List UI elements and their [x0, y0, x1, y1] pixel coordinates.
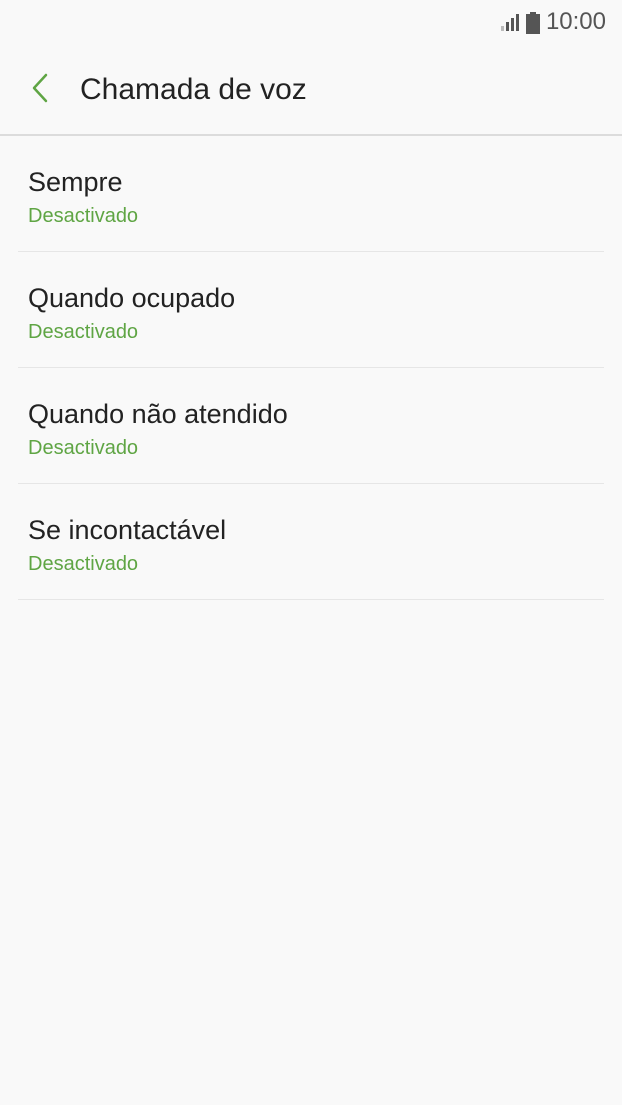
item-title: Se incontactável [28, 515, 227, 545]
item-title: Quando ocupado [28, 283, 236, 313]
item-status: Desactivado [28, 553, 139, 575]
item-status: Desactivado [28, 321, 139, 343]
list-item-se-incontactavel[interactable]: Se incontactável Desactivado [18, 484, 604, 600]
forwarding-options-list: Sempre Desactivado Quando ocupado Desact… [18, 136, 604, 600]
item-title: Quando não atendido [28, 399, 288, 429]
list-item-sempre[interactable]: Sempre Desactivado [18, 136, 604, 252]
status-icons: 10:00 [500, 8, 606, 36]
app-bar: Chamada de voz [0, 44, 622, 136]
list-item-quando-ocupado[interactable]: Quando ocupado Desactivado [18, 252, 604, 368]
page-title: Chamada de voz [80, 73, 307, 106]
chevron-left-icon [30, 72, 50, 109]
battery-icon [525, 12, 540, 34]
item-status: Desactivado [28, 437, 139, 459]
item-title: Sempre [28, 167, 123, 197]
signal-icon [500, 12, 520, 32]
status-time: 10:00 [545, 8, 606, 35]
back-button[interactable] [20, 70, 60, 110]
status-bar: 10:00 [0, 0, 622, 44]
list-item-quando-nao-atendido[interactable]: Quando não atendido Desactivado [18, 368, 604, 484]
item-status: Desactivado [28, 205, 139, 227]
